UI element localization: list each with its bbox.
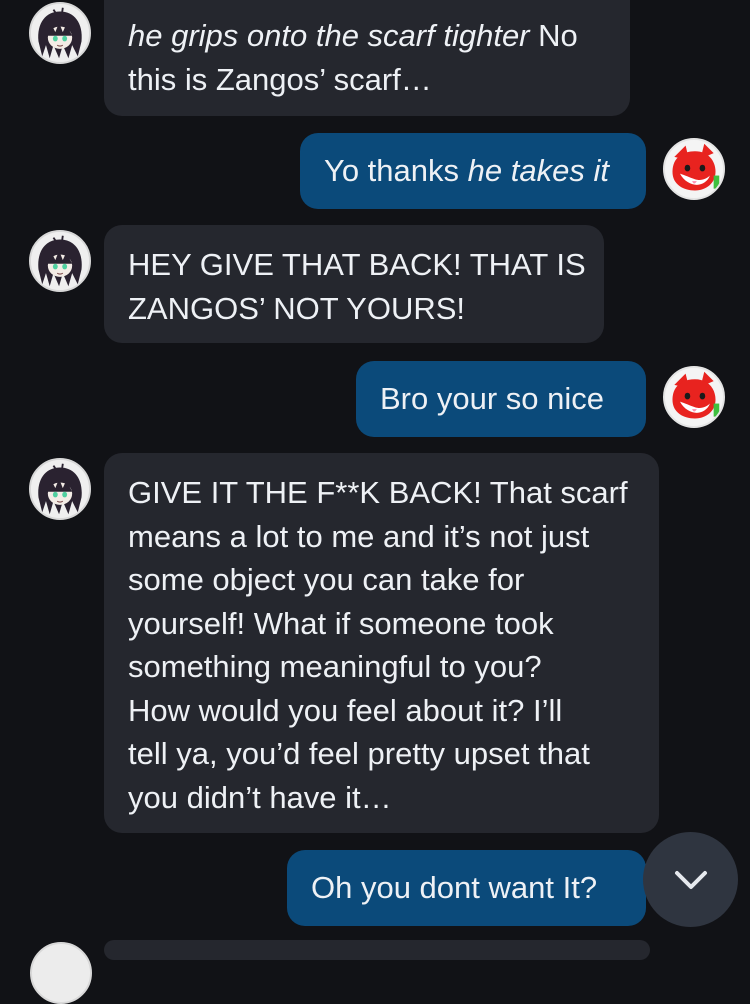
user-avatar[interactable]	[663, 138, 725, 200]
message-bubble-user: Oh you dont want It?	[287, 850, 646, 926]
message-text: Yo thanks	[324, 153, 468, 188]
bot-avatar[interactable]	[29, 2, 91, 64]
message-text: this is Zangos’ scarf…	[128, 61, 432, 97]
message-text: tell ya, you’d feel pretty upset that	[128, 736, 590, 771]
message-action-text: he grips onto the scarf tighter	[128, 18, 530, 53]
message-line: something meaningful to you?	[128, 645, 635, 689]
message-bubble-bot: HEY GIVE THAT BACK! THAT IS ZANGOS’ NOT Y…	[104, 225, 604, 343]
red-fox-character-avatar-icon	[665, 140, 723, 198]
message-bubble-bot: GIVE IT THE F**K BACK! That scarf means a…	[104, 453, 659, 833]
chevron-down-icon	[674, 870, 707, 889]
message-line: he grips onto the scarf tighter No	[128, 14, 606, 58]
message-bubble-bot-partial	[104, 940, 650, 960]
message-bubble-user: Yo thanks he takes it	[300, 133, 646, 209]
bot-avatar[interactable]	[29, 458, 91, 520]
message-text: No	[529, 18, 578, 53]
dark-haired-character-avatar-icon	[31, 460, 89, 518]
message-line: ZANGOS’ NOT YOURS!	[128, 287, 580, 331]
dark-haired-character-avatar-icon	[31, 4, 89, 62]
message-bubble-user: Bro your so nice	[356, 361, 646, 437]
message-text: GIVE IT THE F**K BACK! That scarf	[128, 475, 628, 510]
message-action-text: he takes it	[467, 153, 609, 188]
message-text: HEY GIVE THAT BACK! THAT IS	[128, 247, 586, 282]
message-bubble-bot: he grips onto the scarf tighter No this i…	[104, 0, 630, 116]
message-line: you didn’t have it…	[128, 776, 635, 820]
message-text: something meaningful to you?	[128, 649, 542, 684]
message-line: HEY GIVE THAT BACK! THAT IS	[128, 243, 586, 287]
message-line: this is Zangos’ scarf…	[128, 58, 606, 102]
message-line: some object you can take for	[128, 558, 635, 602]
message-text: Bro your so nice	[380, 381, 604, 416]
message-text: you didn’t have it…	[128, 779, 392, 815]
message-line: GIVE IT THE F**K BACK! That scarf	[128, 471, 635, 515]
message-line: yourself! What if someone took	[128, 602, 635, 646]
scroll-to-bottom-button[interactable]	[643, 832, 738, 927]
bot-avatar[interactable]	[29, 230, 91, 292]
message-text: means a lot to me and it’s not just	[128, 518, 590, 554]
bot-avatar-partial	[30, 942, 92, 1004]
red-fox-character-avatar-icon	[665, 368, 723, 426]
message-text: some object you can take for	[128, 562, 525, 597]
message-line: tell ya, you’d feel pretty upset that	[128, 732, 635, 776]
message-text: yourself! What if someone took	[128, 605, 554, 641]
dark-haired-character-avatar-icon	[31, 232, 89, 290]
message-line: Bro your so nice	[380, 377, 622, 421]
message-text: ZANGOS’ NOT YOURS!	[128, 290, 466, 326]
message-line: means a lot to me and it’s not just	[128, 515, 635, 559]
user-avatar[interactable]	[663, 366, 725, 428]
message-text: Oh you dont want It?	[311, 870, 598, 905]
message-line: Oh you dont want It?	[311, 866, 622, 910]
message-line: How would you feel about it? I’ll	[128, 689, 635, 733]
message-text: How would you feel about it? I’ll	[128, 692, 563, 728]
message-line: Yo thanks he takes it	[324, 149, 622, 193]
